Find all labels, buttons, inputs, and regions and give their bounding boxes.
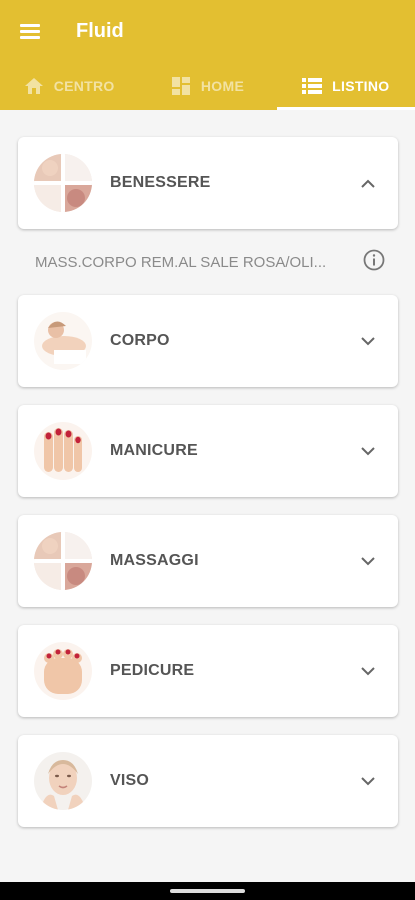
- chevron-down-icon[interactable]: [338, 776, 398, 786]
- category-label: VISO: [110, 772, 150, 789]
- app-title: Fluid: [76, 19, 124, 42]
- toolbar: Fluid: [0, 0, 415, 62]
- category-card-viso[interactable]: VISO: [18, 735, 398, 827]
- chevron-up-icon[interactable]: [338, 179, 398, 188]
- category-label: PEDICURE: [110, 662, 195, 679]
- category-label: CORPO: [110, 332, 170, 349]
- tab-label: HOME: [200, 78, 245, 94]
- list-icon: [302, 78, 323, 94]
- foot-icon: [34, 642, 92, 700]
- category-card-benessere[interactable]: BENESSERE: [18, 137, 398, 229]
- collage-icon: [34, 154, 92, 212]
- service-name: MASS.CORPO REM.AL SALE ROSA/OLI...: [35, 253, 327, 271]
- category-label: BENESSERE: [110, 174, 211, 191]
- dashboard-icon: [171, 76, 191, 96]
- hand-icon: [34, 422, 92, 480]
- service-item[interactable]: MASS.CORPO REM.AL SALE ROSA/OLI...: [35, 247, 385, 277]
- category-label: MASSAGGI: [110, 552, 199, 569]
- category-card-pedicure[interactable]: PEDICURE: [18, 625, 398, 717]
- tab-label: LISTINO: [332, 78, 390, 94]
- chevron-down-icon[interactable]: [338, 556, 398, 566]
- chevron-down-icon[interactable]: [338, 666, 398, 676]
- chevron-down-icon[interactable]: [338, 336, 398, 346]
- body-icon: [34, 312, 92, 370]
- face-icon: [34, 752, 92, 810]
- tab-home[interactable]: HOME: [138, 62, 276, 110]
- tab-label: CENTRO: [53, 78, 115, 94]
- hamburger-icon: [20, 24, 40, 39]
- info-icon[interactable]: [363, 249, 385, 276]
- tab-centro[interactable]: CENTRO: [0, 62, 138, 110]
- tab-bar: CENTRO HOME LISTINO: [0, 62, 415, 110]
- system-navigation-bar: [0, 882, 415, 900]
- app-bar: Fluid CENTRO HOME LISTINO: [0, 0, 415, 110]
- home-icon: [24, 77, 44, 95]
- category-card-massaggi[interactable]: MASSAGGI: [18, 515, 398, 607]
- home-gesture-handle[interactable]: [170, 889, 245, 893]
- chevron-down-icon[interactable]: [338, 446, 398, 456]
- menu-button[interactable]: [0, 0, 60, 62]
- collage-icon: [34, 532, 92, 590]
- category-label: MANICURE: [110, 442, 198, 459]
- category-card-manicure[interactable]: MANICURE: [18, 405, 398, 497]
- tab-listino[interactable]: LISTINO: [276, 62, 415, 110]
- category-card-corpo[interactable]: CORPO: [18, 295, 398, 387]
